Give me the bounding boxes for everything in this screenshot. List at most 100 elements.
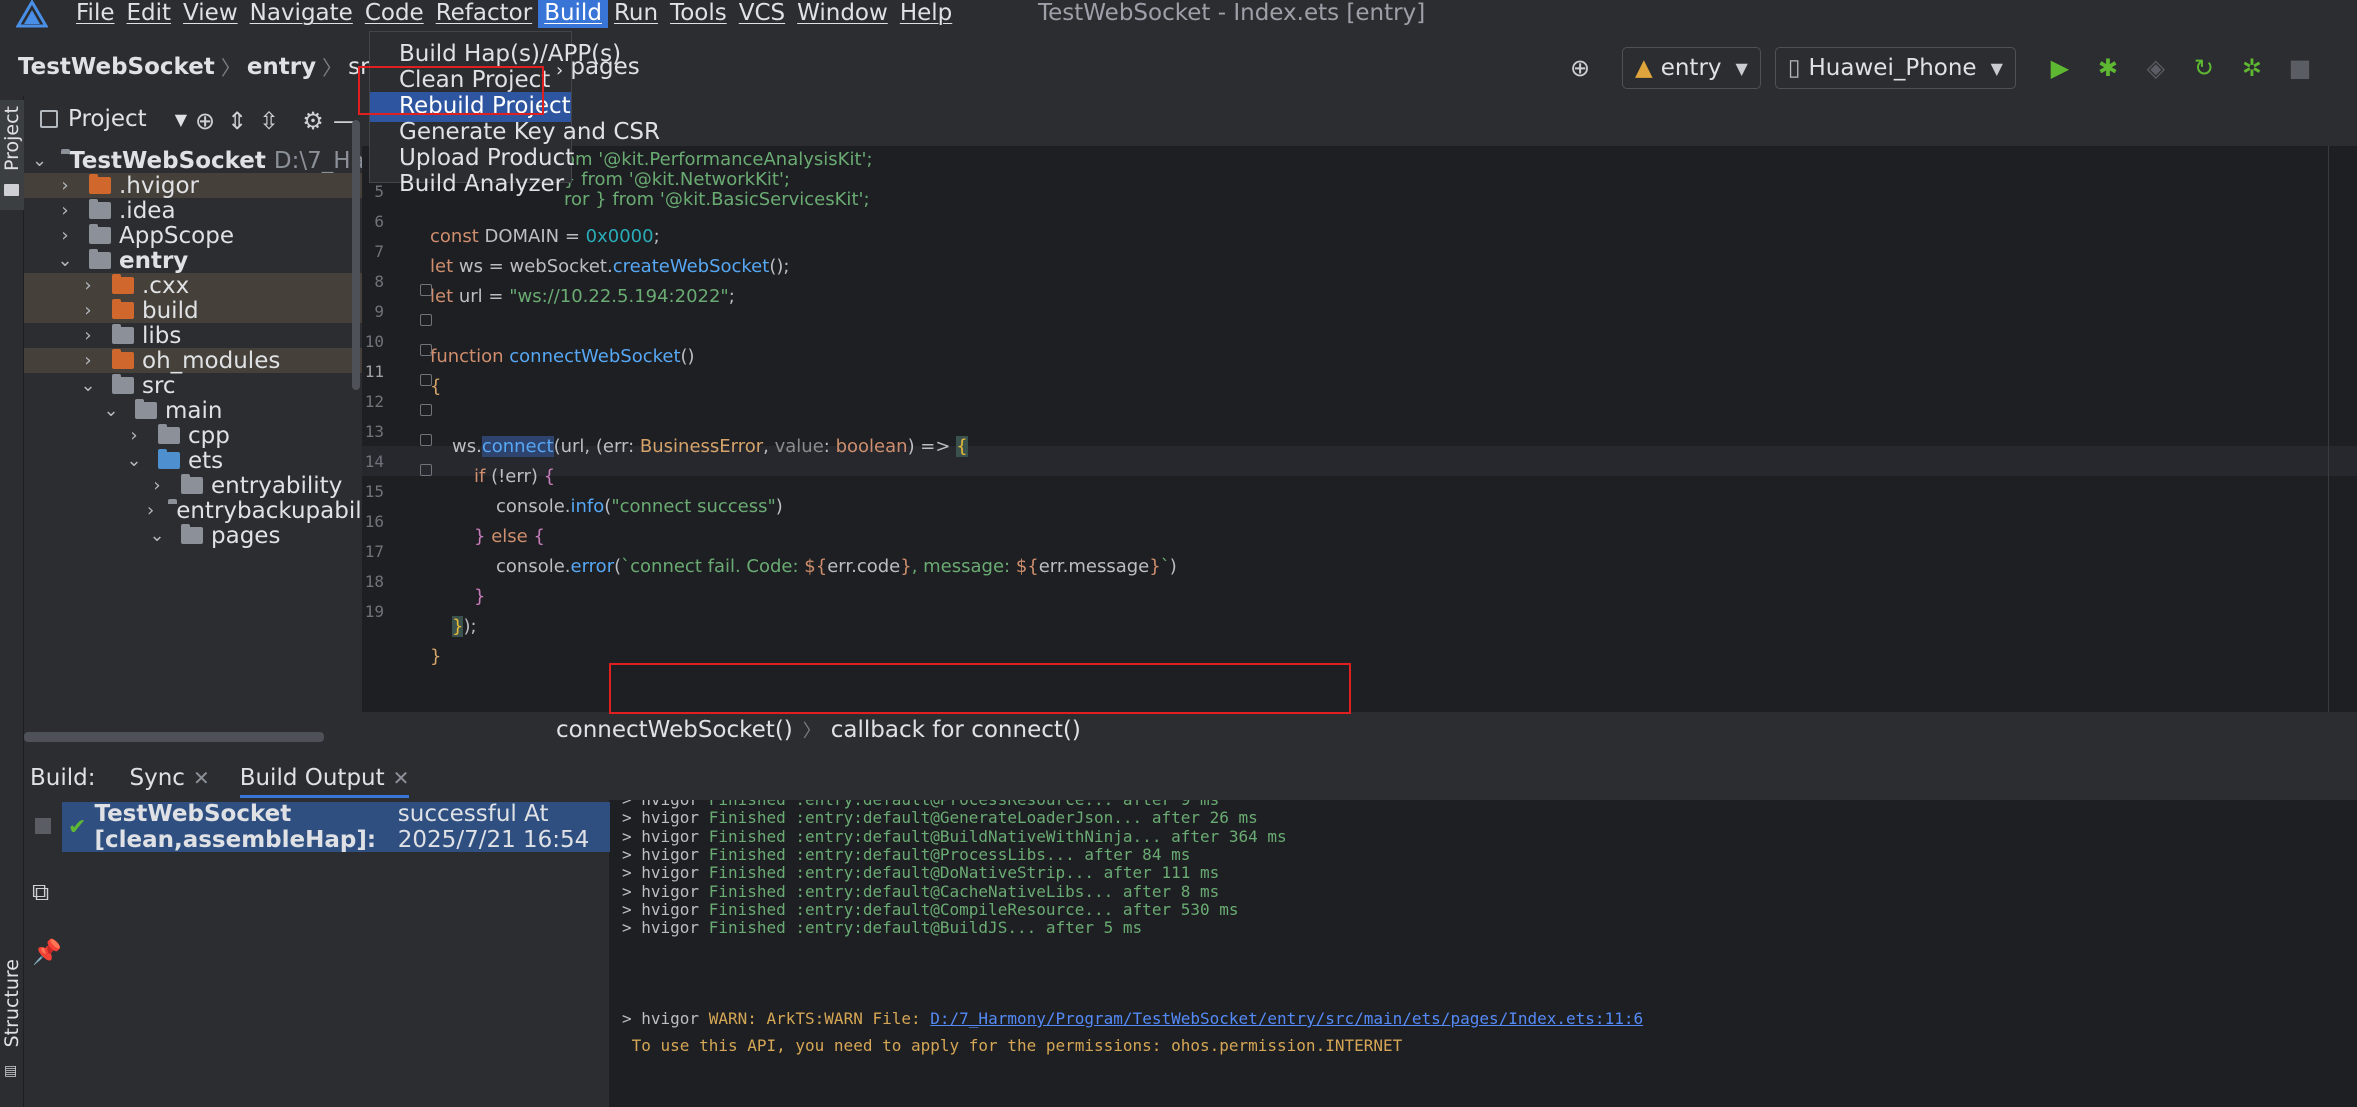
menu-navigate[interactable]: Navigate bbox=[244, 0, 359, 28]
code-line: } else { bbox=[474, 526, 545, 547]
structure-icon: ▤ bbox=[4, 1063, 18, 1079]
menu-view[interactable]: View bbox=[177, 0, 244, 28]
chevron-down-icon[interactable]: ⌄ bbox=[147, 525, 167, 546]
tree-item-pages[interactable]: ⌄ pages bbox=[24, 523, 362, 549]
tree-item-entryability[interactable]: › entryability bbox=[24, 473, 362, 499]
chevron-right-icon[interactable]: › bbox=[78, 275, 98, 296]
chevron-down-icon[interactable]: ⌄ bbox=[124, 450, 144, 471]
window-title: TestWebSocket - Index.ets [entry] bbox=[1038, 0, 1426, 26]
chevron-right-icon[interactable]: › bbox=[78, 325, 98, 346]
tab-sync[interactable]: Sync ✕ bbox=[130, 765, 210, 791]
tree-item-build[interactable]: › build bbox=[24, 298, 362, 324]
project-horizontal-scrollbar[interactable] bbox=[24, 732, 324, 742]
chevron-right-icon[interactable]: › bbox=[55, 225, 75, 246]
fold-marker-icon[interactable] bbox=[420, 404, 432, 416]
chevron-right-icon[interactable]: › bbox=[147, 500, 154, 521]
project-view-selector[interactable]: Project ▼ bbox=[40, 106, 187, 132]
project-panel: Project ▼ ⊕ ⇕ ⇳ ⚙ — ⌄ TestWebSocket D:\7_H… bbox=[24, 96, 362, 746]
profile-icon[interactable]: ✲ bbox=[2234, 50, 2270, 86]
warn-file-link[interactable]: D:/7_Harmony/Program/TestWebSocket/entry… bbox=[930, 1009, 1643, 1028]
menu-code[interactable]: Code bbox=[359, 0, 430, 28]
editor-breadcrumb: connectWebSocket() 〉 callback for connec… bbox=[362, 712, 2357, 748]
fold-marker-icon[interactable] bbox=[420, 314, 432, 326]
stop-icon[interactable] bbox=[35, 818, 51, 834]
project-scrollbar[interactable] bbox=[352, 120, 360, 390]
structure-tool-label: Structure bbox=[1, 959, 23, 1048]
tree-item-libs[interactable]: › libs bbox=[24, 323, 362, 349]
menu-file[interactable]: File bbox=[70, 0, 121, 28]
gear-icon[interactable]: ⚙ bbox=[298, 106, 328, 136]
collapse-all-icon[interactable]: ⇳ bbox=[254, 106, 284, 136]
tree-item-hvigor[interactable]: › .hvigor bbox=[24, 173, 362, 199]
code-editor[interactable]: 5 6 7 8 9 10 11 12 13 14 15 16 17 18 19 om '@kit.Perfo… bbox=[362, 146, 2357, 712]
crumb-callback[interactable]: callback for connect() bbox=[831, 717, 1081, 743]
build-result-row[interactable]: ✔ TestWebSocket [clean,assembleHap]: suc… bbox=[62, 801, 610, 853]
device-selector[interactable]: ▯ Huawei_Phone ▼ bbox=[1774, 47, 2016, 89]
check-icon: ✔ bbox=[68, 814, 87, 840]
menu-vcs[interactable]: VCS bbox=[733, 0, 791, 28]
module-selector[interactable]: ▲ entry ▼ bbox=[1622, 47, 1761, 89]
tree-item-src[interactable]: ⌄ src bbox=[24, 373, 362, 399]
attach-debugger-icon[interactable]: ◈ bbox=[2138, 50, 2174, 86]
chevron-right-icon[interactable]: › bbox=[55, 175, 75, 196]
crumb-function[interactable]: connectWebSocket() bbox=[556, 717, 793, 743]
menu-item-build-analyzer[interactable]: Build Analyzer bbox=[370, 170, 571, 197]
apply-changes-icon[interactable]: ↻ bbox=[2186, 50, 2222, 86]
fold-marker-icon[interactable] bbox=[420, 374, 432, 386]
folder-icon bbox=[89, 199, 111, 219]
open-external-icon[interactable]: ⧉ bbox=[32, 878, 49, 906]
menu-run[interactable]: Run bbox=[608, 0, 664, 28]
build-output-console[interactable]: > hvigor Finished :entry:default@Process… bbox=[610, 800, 2357, 1107]
menu-build[interactable]: Build bbox=[538, 0, 608, 28]
target-icon[interactable]: ⊕ bbox=[1562, 50, 1598, 86]
chevron-down-icon[interactable]: ⌄ bbox=[55, 250, 75, 271]
code-line: if (!err) { bbox=[474, 466, 556, 487]
line-number: 15 bbox=[364, 482, 384, 501]
chevron-right-icon[interactable]: › bbox=[78, 300, 98, 321]
chevron-right-icon[interactable]: › bbox=[55, 200, 75, 221]
breadcrumb-project[interactable]: TestWebSocket bbox=[18, 54, 215, 80]
tree-item-cpp[interactable]: › cpp bbox=[24, 423, 362, 449]
tree-item-ets[interactable]: ⌄ ets bbox=[24, 448, 362, 474]
tree-item-main[interactable]: ⌄ main bbox=[24, 398, 362, 424]
tree-item-appscope[interactable]: › AppScope bbox=[24, 223, 362, 249]
line-number: 5 bbox=[374, 182, 384, 201]
tree-item-entrybackupability[interactable]: › entrybackupability bbox=[24, 498, 362, 524]
line-number: 7 bbox=[374, 242, 384, 261]
pin-icon[interactable]: 📌 bbox=[32, 938, 62, 966]
menu-refactor[interactable]: Refactor bbox=[430, 0, 538, 28]
locate-file-icon[interactable]: ⊕ bbox=[190, 106, 220, 136]
menu-window[interactable]: Window bbox=[791, 0, 894, 28]
fold-marker-icon[interactable] bbox=[420, 464, 432, 476]
project-tool-button[interactable]: Project bbox=[0, 100, 24, 210]
expand-all-icon[interactable]: ⇕ bbox=[222, 106, 252, 136]
tab-build-output[interactable]: Build Output ✕ bbox=[239, 765, 410, 798]
debug-icon[interactable]: ✱ bbox=[2090, 50, 2126, 86]
tree-item-cxx[interactable]: › .cxx bbox=[24, 273, 362, 299]
fold-marker-icon[interactable] bbox=[420, 284, 432, 296]
tree-item-idea[interactable]: › .idea bbox=[24, 198, 362, 224]
line-number: 8 bbox=[374, 272, 384, 291]
tree-item-entry[interactable]: ⌄ entry bbox=[24, 248, 362, 274]
chevron-right-icon[interactable]: › bbox=[78, 350, 98, 371]
menu-edit[interactable]: Edit bbox=[121, 0, 178, 28]
tree-item-testwebsocket[interactable]: ⌄ TestWebSocket D:\7_Harmony\Program bbox=[24, 148, 362, 174]
structure-tool-button[interactable]: Structure ▤ bbox=[0, 955, 24, 1085]
breadcrumb-entry[interactable]: entry bbox=[247, 54, 316, 80]
chevron-down-icon[interactable]: ⌄ bbox=[32, 150, 47, 171]
close-icon[interactable]: ✕ bbox=[193, 766, 210, 790]
fold-marker-icon[interactable] bbox=[420, 344, 432, 356]
run-icon[interactable]: ▶ bbox=[2042, 50, 2078, 86]
chevron-right-icon[interactable]: › bbox=[147, 475, 167, 496]
fold-marker-icon[interactable] bbox=[420, 434, 432, 446]
chevron-down-icon[interactable]: ⌄ bbox=[101, 400, 121, 421]
chevron-down-icon[interactable]: ⌄ bbox=[78, 375, 98, 396]
folder-icon bbox=[112, 324, 134, 344]
tree-item-oh-modules[interactable]: › oh_modules bbox=[24, 348, 362, 374]
stop-icon[interactable]: ■ bbox=[2282, 50, 2318, 86]
menu-tools[interactable]: Tools bbox=[664, 0, 733, 28]
chevron-right-icon[interactable]: › bbox=[124, 425, 144, 446]
breadcrumb-separator-icon: 〉 bbox=[220, 56, 241, 80]
close-icon[interactable]: ✕ bbox=[393, 766, 410, 790]
menu-help[interactable]: Help bbox=[894, 0, 958, 28]
